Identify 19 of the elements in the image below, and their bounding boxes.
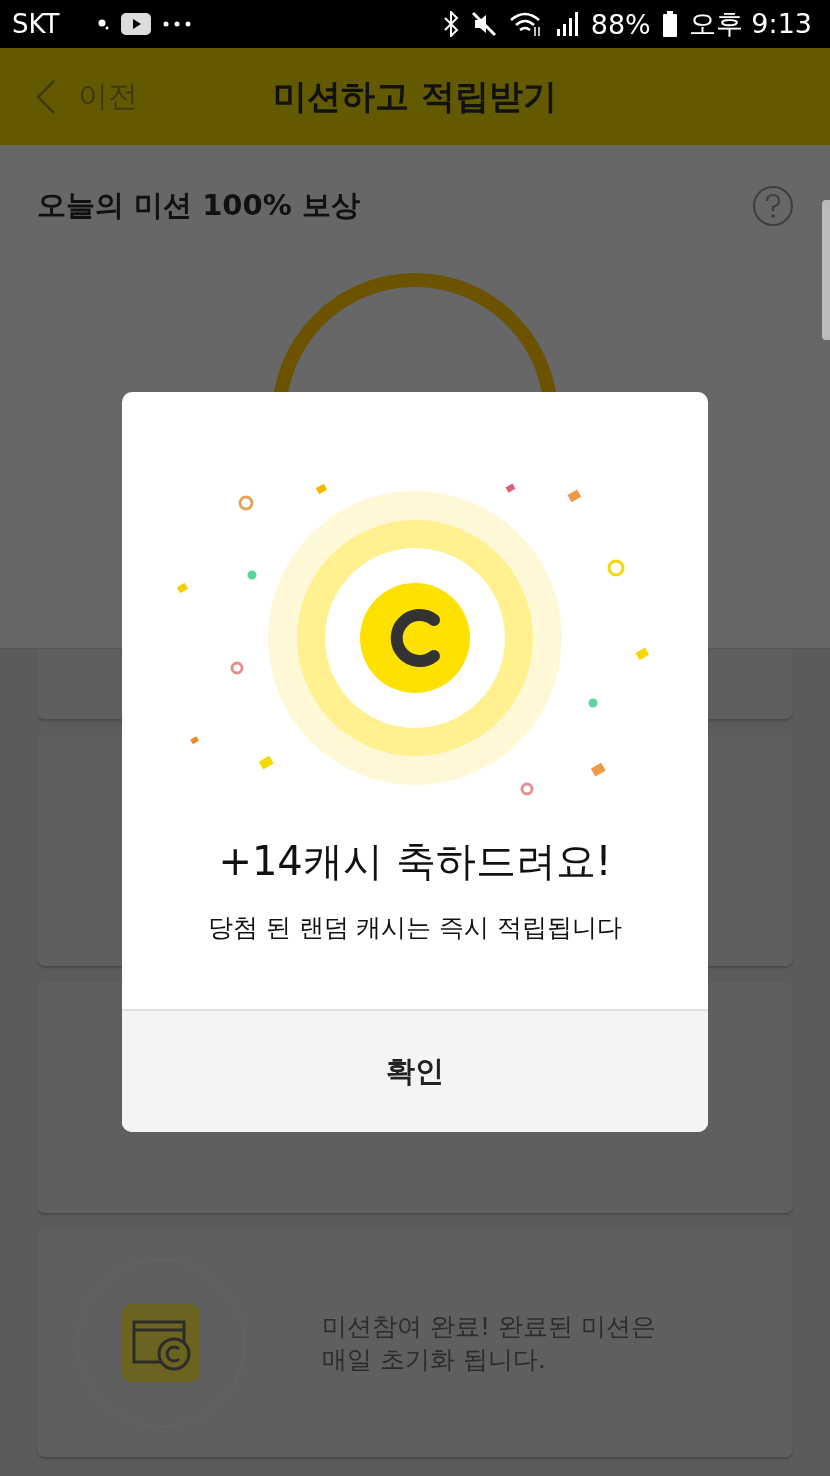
- calendar-coin-icon: [122, 1304, 200, 1382]
- page-title: 미션하고 적립받기: [273, 74, 557, 118]
- more-icon: [163, 21, 192, 27]
- dialog-message: 당첨 된 랜덤 캐시는 즉시 적립됩니다: [207, 912, 623, 944]
- wifi-icon: [508, 11, 543, 37]
- signal-icon: [554, 11, 579, 37]
- confirm-button[interactable]: 확인: [122, 1009, 708, 1132]
- help-icon[interactable]: [752, 185, 794, 227]
- carrier-name: SKT: [12, 9, 60, 39]
- bluetooth-icon: [442, 11, 459, 37]
- dialog-title: +14캐시 축하드려요!: [218, 837, 612, 886]
- chevron-left-icon: [36, 79, 56, 114]
- battery-percent: 88%: [590, 8, 651, 40]
- video-icon: [121, 13, 152, 35]
- battery-icon: [662, 11, 677, 37]
- clock-time: 오후 9:13: [688, 7, 812, 41]
- summary-title: 오늘의 미션 100% 보상: [37, 187, 360, 224]
- location-icon: [97, 17, 110, 31]
- mute-icon: [470, 11, 497, 37]
